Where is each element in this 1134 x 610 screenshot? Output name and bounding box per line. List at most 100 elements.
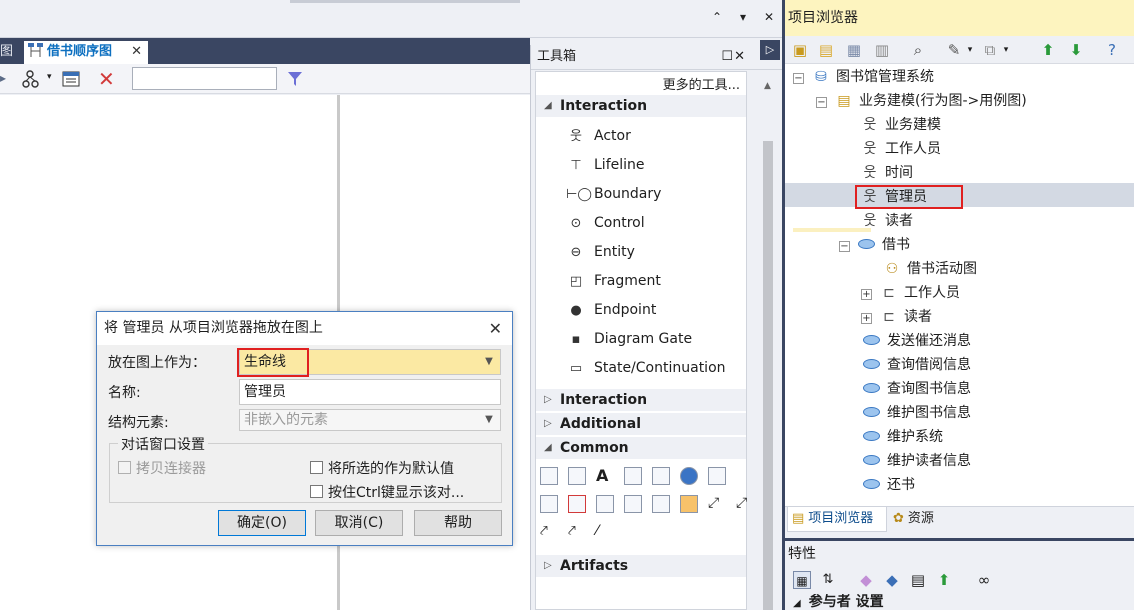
hyperlink-icon[interactable] xyxy=(624,495,642,513)
text-icon[interactable]: A xyxy=(596,467,614,485)
tree-node-admin[interactable]: 웃 管理员 xyxy=(861,186,927,210)
properties-icon[interactable] xyxy=(62,69,82,89)
tree-node-root[interactable]: − ⛁ 图书馆管理系统 xyxy=(793,66,934,90)
chart-icon[interactable] xyxy=(540,495,558,513)
toolbox-scrollbar[interactable]: ▲ xyxy=(759,71,777,610)
move-up-icon[interactable]: ⬆ xyxy=(935,571,953,589)
more-tools-link[interactable]: 更多的工具... xyxy=(536,74,740,93)
tab-diagram-partial[interactable]: 图 xyxy=(0,41,22,64)
chevron-down-icon[interactable]: ▼ xyxy=(478,350,500,374)
list-icon[interactable] xyxy=(624,467,642,485)
dashed-connector-icon[interactable]: ⤢ xyxy=(736,495,754,513)
glasses-icon[interactable]: ∞ xyxy=(975,571,993,589)
tree-node-borrow-reader[interactable]: + ⊏ 读者 xyxy=(861,306,932,330)
tag-icon[interactable]: ◆ xyxy=(857,571,875,589)
filter-icon[interactable] xyxy=(287,71,303,87)
new-model-icon[interactable]: ▣ xyxy=(791,41,809,59)
properties-icon[interactable]: ▤ xyxy=(909,571,927,589)
package-icon[interactable] xyxy=(680,495,698,513)
ctrl-show-checkbox[interactable]: 按住Ctrl键显示该对... xyxy=(310,482,464,502)
section-common[interactable]: ◢ Common xyxy=(536,437,746,459)
document-icon[interactable] xyxy=(568,467,586,485)
help-icon[interactable]: ? xyxy=(1103,41,1121,59)
table-icon[interactable] xyxy=(652,467,670,485)
name-field[interactable]: 管理员 xyxy=(239,379,501,405)
dropdown-arrow-icon[interactable]: ▾ xyxy=(740,10,746,24)
picture-icon[interactable] xyxy=(652,495,670,513)
double-chevron-up-icon[interactable]: ⌃ xyxy=(712,10,722,24)
toolbar-edge-icon[interactable]: ▸ xyxy=(0,71,6,85)
close-icon[interactable]: ✕ xyxy=(734,45,745,69)
tree-node-query-borrow[interactable]: 查询借阅信息 xyxy=(863,354,971,378)
hierarchy-icon[interactable] xyxy=(22,70,44,88)
find-icon[interactable]: ⌕ xyxy=(909,41,927,59)
property-icon[interactable]: ◆ xyxy=(883,571,901,589)
diagram-search-input[interactable] xyxy=(132,67,277,90)
tree-node-staff[interactable]: 웃 工作人员 xyxy=(861,138,941,162)
toolbox-item-endpoint[interactable]: ● Endpoint xyxy=(566,299,656,321)
categorized-icon[interactable]: ▦ xyxy=(793,571,811,589)
collapse-icon[interactable]: − xyxy=(793,73,804,84)
toolbox-item-state-continuation[interactable]: ▭ State/Continuation xyxy=(566,357,726,379)
copy-connectors-checkbox[interactable]: 拷贝连接器 xyxy=(118,458,206,478)
section-additional[interactable]: ▷ Additional xyxy=(536,413,746,435)
tree-node-maintain-reader[interactable]: 维护读者信息 xyxy=(863,450,971,474)
document-link-icon[interactable] xyxy=(708,467,726,485)
note-icon[interactable] xyxy=(540,467,558,485)
toolbox-item-control[interactable]: ⊙ Control xyxy=(566,212,645,234)
properties-section-row[interactable]: ◢ 参与者 设置 xyxy=(785,594,1134,610)
expand-icon[interactable]: + xyxy=(861,313,872,324)
dependency-icon[interactable]: ⤤ xyxy=(540,523,558,541)
tree-node-send-reminder[interactable]: 发送催还消息 xyxy=(863,330,971,354)
new-element-icon[interactable]: ▥ xyxy=(873,41,891,59)
new-diagram-icon[interactable]: ▦ xyxy=(845,41,863,59)
struct-element-select[interactable]: 非嵌入的元素 ▼ xyxy=(239,409,501,431)
panel-tab-arrow-icon[interactable]: ▷ xyxy=(760,40,780,60)
close-tab-icon[interactable]: ✕ xyxy=(131,41,142,63)
chevron-down-icon[interactable]: ▼ xyxy=(478,410,500,430)
sort-alpha-icon[interactable]: ⇅ xyxy=(819,571,837,589)
trace-icon[interactable]: ⤤ xyxy=(568,523,586,541)
dropdown-arrow-icon[interactable]: ▾ xyxy=(47,72,52,82)
tree-node-maintain-book[interactable]: 维护图书信息 xyxy=(863,402,971,426)
close-icon[interactable]: ✕ xyxy=(489,312,502,345)
tab-resources[interactable]: ✿ 资源 xyxy=(889,507,959,532)
cancel-button[interactable]: 取消(C) xyxy=(315,510,403,536)
tree-node-maintain-system[interactable]: 维护系统 xyxy=(863,426,943,450)
scrollbar-thumb[interactable] xyxy=(763,141,773,610)
maximize-icon[interactable]: ☐ xyxy=(721,45,733,69)
tree-node-package[interactable]: − ▤ 业务建模(行为图->用例图) xyxy=(816,90,1027,114)
tree-node-business-model[interactable]: 웃 业务建模 xyxy=(861,114,941,138)
tree-node-borrow-staff[interactable]: + ⊏ 工作人员 xyxy=(861,282,960,306)
move-up-icon[interactable]: ⬆ xyxy=(1039,41,1057,59)
ok-button[interactable]: 确定(O) xyxy=(218,510,306,536)
toolbox-item-lifeline[interactable]: ⊤ Lifeline xyxy=(566,154,644,176)
dropdown-arrow-icon[interactable]: ▾ xyxy=(997,41,1015,59)
delete-icon[interactable]: ✕ xyxy=(98,67,115,91)
toolbox-item-actor[interactable]: 웃 Actor xyxy=(566,125,631,147)
new-package-icon[interactable]: ▤ xyxy=(817,41,835,59)
delete-element-icon[interactable] xyxy=(568,495,586,513)
dropdown-arrow-icon[interactable]: ▾ xyxy=(961,41,979,59)
tree-node-return-book[interactable]: 还书 xyxy=(863,474,915,498)
toolbox-item-diagram-gate[interactable]: ▪ Diagram Gate xyxy=(566,328,693,350)
section-artifacts[interactable]: ▷ Artifacts xyxy=(536,555,746,577)
toolbox-item-fragment[interactable]: ◰ Fragment xyxy=(566,270,661,292)
collapse-icon[interactable]: − xyxy=(839,241,850,252)
scroll-up-icon[interactable]: ▲ xyxy=(764,81,771,91)
tab-project-browser[interactable]: ▤ 项目浏览器 xyxy=(787,507,887,532)
note-link-icon[interactable]: ⁄ xyxy=(596,523,614,541)
connector-icon[interactable]: ⤢ xyxy=(708,495,726,513)
tree-node-time[interactable]: 웃 时间 xyxy=(861,162,913,186)
tab-borrow-sequence[interactable]: 借书顺序图 ✕ xyxy=(24,41,148,64)
image-icon[interactable] xyxy=(596,495,614,513)
collapse-icon[interactable]: − xyxy=(816,97,827,108)
section-interaction-relationships[interactable]: ▷ Interaction Relationships xyxy=(536,389,746,430)
toolbox-item-boundary[interactable]: ⊢◯ Boundary xyxy=(566,183,661,205)
close-icon[interactable]: ✕ xyxy=(764,10,774,24)
tree-node-borrow[interactable]: − 借书 xyxy=(839,234,910,258)
section-interaction[interactable]: ◢ Interaction xyxy=(536,95,746,117)
help-button[interactable]: 帮助 xyxy=(414,510,502,536)
globe-icon[interactable] xyxy=(680,467,698,485)
tree-node-query-book[interactable]: 查询图书信息 xyxy=(863,378,971,402)
